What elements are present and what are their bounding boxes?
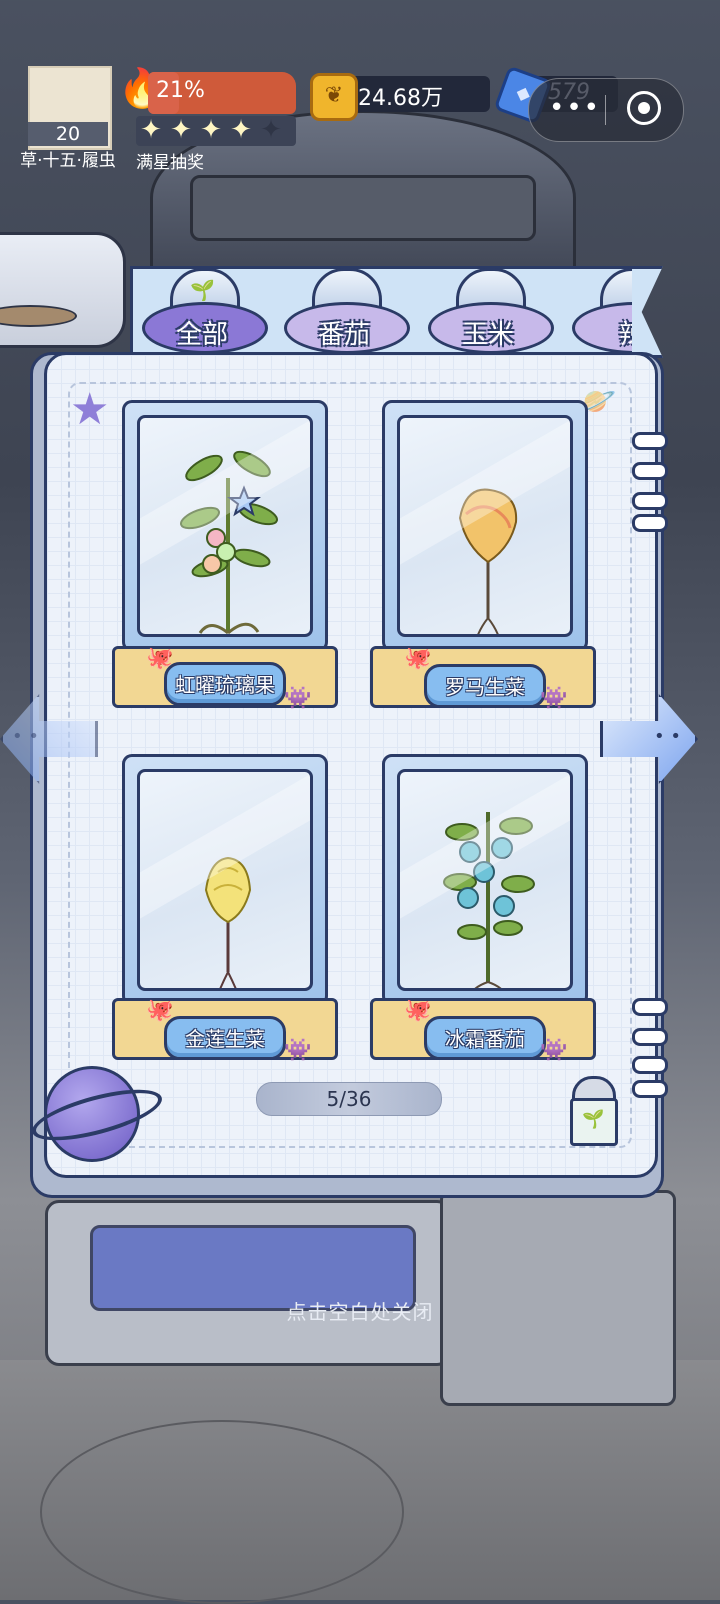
progress-label: 21% xyxy=(156,78,205,103)
player-level: 20 xyxy=(28,122,108,146)
rainbow-fruit-plant-icon xyxy=(180,450,278,634)
tap-blank-to-close-hint[interactable]: 点击空白处关闭 xyxy=(0,1296,720,1325)
binder-ring xyxy=(632,1080,668,1098)
binder-ring xyxy=(632,462,668,480)
octopus-sticker-icon: 🐙 xyxy=(404,646,432,671)
page-indicator: 5/36 xyxy=(256,1082,442,1116)
binder-ring xyxy=(632,432,668,450)
jellyfish-sticker-icon: 👾 xyxy=(540,1038,568,1063)
card-art xyxy=(137,769,313,991)
arrow-face-icon: • • xyxy=(654,726,681,747)
plant-card-romaine-lettuce[interactable] xyxy=(382,400,588,652)
tab-label: 全部 xyxy=(175,320,228,350)
jellyfish-sticker-icon: 👾 xyxy=(284,1038,312,1063)
star-empty-icon: ✦ xyxy=(260,115,282,145)
seed-jar-button[interactable] xyxy=(566,1076,618,1146)
plant-card-golden-lotus-lettuce[interactable] xyxy=(122,754,328,1006)
player-rank: 草·十五·履虫 xyxy=(20,151,116,171)
mini-program-capsule: ••• xyxy=(528,78,684,142)
jar-body xyxy=(570,1098,618,1146)
plant-name-label: 冰霜番茄 xyxy=(424,1016,546,1060)
more-menu-icon[interactable]: ••• xyxy=(549,93,601,123)
capsule-divider xyxy=(605,95,606,125)
jellyfish-sticker-icon: 👾 xyxy=(540,686,568,711)
close-target-icon[interactable] xyxy=(627,91,661,125)
arrow-face-icon: • • xyxy=(12,726,39,747)
star-filled-icon: ✦ xyxy=(230,115,252,145)
binder-ring xyxy=(632,492,668,510)
background-tape-roll xyxy=(0,232,126,348)
star-rating: ✦ ✦ ✦ ✦ ✦ xyxy=(136,116,296,146)
sprout-icon: 🌱 xyxy=(190,278,215,302)
tab-corn[interactable]: 玉米 xyxy=(428,268,554,354)
plant-name-label: 虹曜琉璃果 xyxy=(164,662,286,706)
tab-tomato[interactable]: 番茄 xyxy=(284,268,410,354)
binder-ring xyxy=(632,1028,668,1046)
binder-ring xyxy=(632,1056,668,1074)
plant-card-rainbow-fruit[interactable] xyxy=(122,400,328,652)
octopus-sticker-icon: 🐙 xyxy=(404,998,432,1023)
card-art xyxy=(397,415,573,637)
star-sticker-icon: ★ xyxy=(70,384,110,435)
coin-amount: 24.68万 xyxy=(358,86,443,111)
star-progress-bar[interactable]: 21% xyxy=(148,72,296,114)
plant-card-frost-tomato[interactable] xyxy=(382,754,588,1006)
tab-all[interactable]: 🌱 全部 xyxy=(142,268,268,354)
jellyfish-sticker-icon: 👾 xyxy=(284,686,312,711)
card-art xyxy=(137,415,313,637)
binder-ring xyxy=(632,998,668,1016)
romaine-lettuce-plant-icon xyxy=(458,488,518,634)
coin-sprout-icon: ❦ xyxy=(310,73,358,121)
golden-lotus-lettuce-plant-icon xyxy=(204,856,252,988)
star-filled-icon: ✦ xyxy=(140,115,162,145)
star-filled-icon: ✦ xyxy=(200,115,222,145)
binder-ring xyxy=(632,514,668,532)
tab-label: 辣 xyxy=(618,320,632,350)
plant-name-label: 金莲生菜 xyxy=(164,1016,286,1060)
tab-pepper[interactable]: 辣 xyxy=(572,268,632,352)
full-star-lottery-label[interactable]: 满星抽奖 xyxy=(136,148,204,173)
floor-cable xyxy=(40,1420,404,1604)
tab-label: 玉米 xyxy=(461,320,514,350)
background-machine-band xyxy=(190,175,536,241)
star-filled-icon: ✦ xyxy=(170,115,192,145)
card-art xyxy=(397,769,573,991)
plant-name-label: 罗马生菜 xyxy=(424,664,546,708)
frost-tomato-plant-icon xyxy=(443,812,535,988)
tab-label: 番茄 xyxy=(317,320,370,350)
